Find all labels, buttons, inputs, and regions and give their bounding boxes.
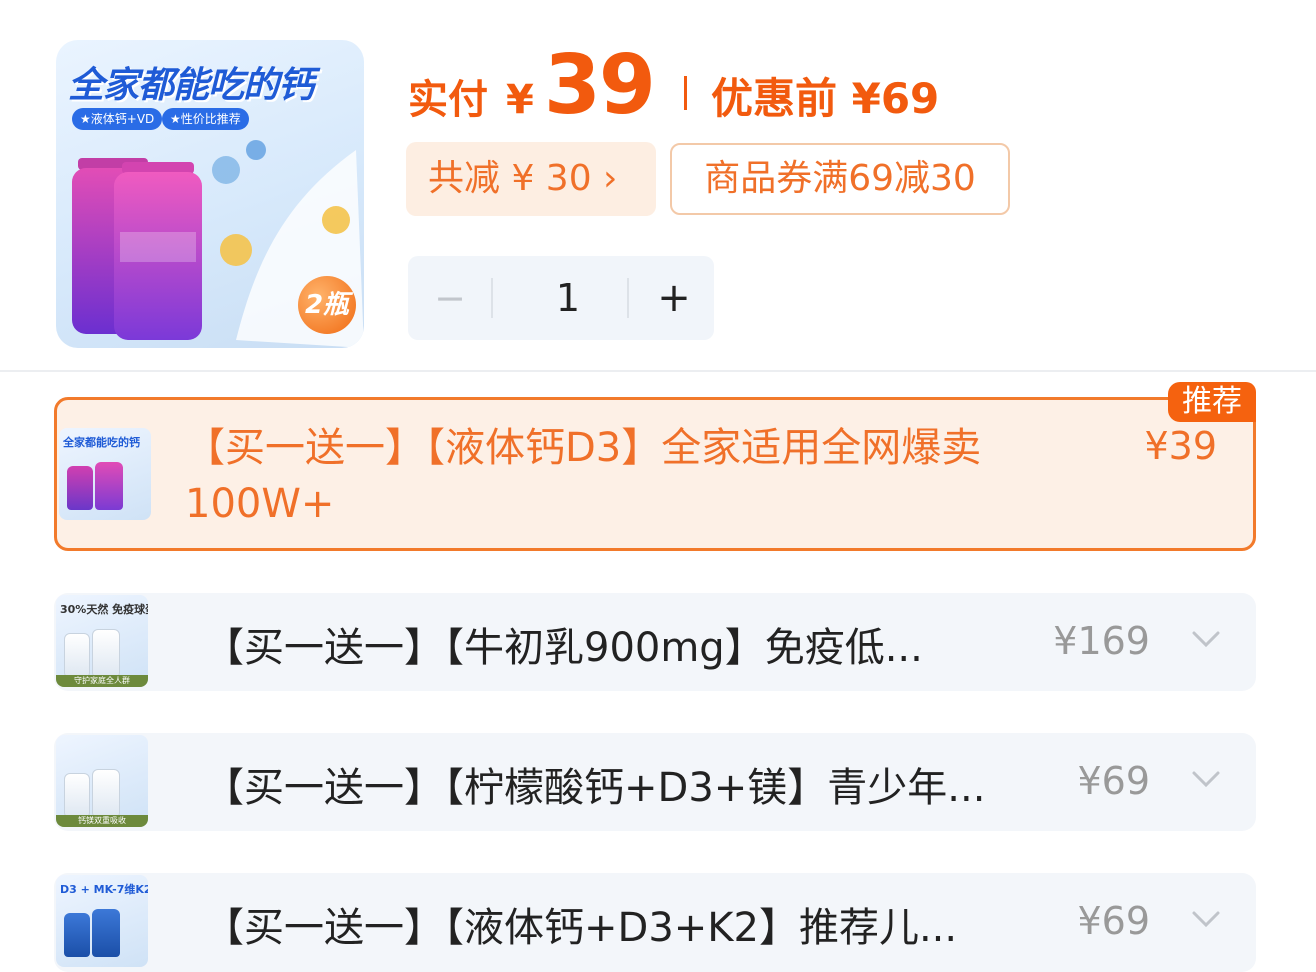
pay-amount: 39 <box>543 38 656 133</box>
option-thumbnail: D3 + MK-7维K2 <box>56 875 148 967</box>
option-thumbnail: 全家都能吃的钙 <box>59 428 151 520</box>
option-title: 【买一送一】【柠檬酸钙+D3+镁】青少年... <box>204 765 986 811</box>
chevron-down-icon[interactable] <box>1188 761 1224 797</box>
stepper-divider <box>491 278 493 318</box>
thumbnail-caption: D3 + MK-7维K2 <box>60 883 148 896</box>
option-price: ¥69 <box>1077 899 1150 943</box>
option-title: 【买一送一】【牛初乳900mg】免疫低... <box>204 625 923 671</box>
section-divider <box>0 370 1316 372</box>
total-discount-button[interactable]: 共减 ¥ 30 › <box>406 142 656 216</box>
option-row-selected[interactable]: 全家都能吃的钙 【买一送一】【液体钙D3】全家适用全网爆卖100W+ ¥39 推… <box>54 382 1256 551</box>
option-price: ¥39 <box>1144 424 1217 468</box>
thumbnail-footer: 守护家庭全人群 <box>56 675 148 687</box>
option-thumbnail: 钙镁双重吸收 <box>56 735 148 827</box>
option-title: 【买一送一】【液体钙D3】全家适用全网爆卖100W+ <box>185 425 982 527</box>
original-price: 优惠前 ¥69 <box>710 74 940 123</box>
pay-currency: ¥ <box>506 77 534 123</box>
option-row[interactable]: D3 + MK-7维K2 【买一送一】【液体钙+D3+K2】推荐儿... ¥69 <box>54 873 1256 972</box>
increase-quantity-button[interactable]: + <box>634 256 714 340</box>
option-row[interactable]: 钙镁双重吸收 【买一送一】【柠檬酸钙+D3+镁】青少年... ¥69 <box>54 733 1256 831</box>
thumbnail-footer: 钙镁双重吸收 <box>56 815 148 827</box>
bottle-count-badge: 2瓶 <box>298 276 356 334</box>
option-row[interactable]: 30%天然 免疫球蛋白 守护家庭全人群 【买一送一】【牛初乳900mg】免疫低.… <box>54 593 1256 691</box>
pay-label: 实付 <box>408 77 488 123</box>
chevron-down-icon[interactable] <box>1188 621 1224 657</box>
option-title: 【买一送一】【液体钙+D3+K2】推荐儿... <box>204 905 958 951</box>
recommend-badge: 推荐 <box>1168 382 1256 422</box>
quantity-value[interactable]: 1 <box>502 256 634 340</box>
thumbnail-caption: 全家都能吃的钙 <box>63 436 140 449</box>
quantity-stepper: − 1 + <box>408 256 714 340</box>
option-thumbnail: 30%天然 免疫球蛋白 守护家庭全人群 <box>56 595 148 687</box>
coupon-tag: 商品券满69减30 <box>670 143 1010 215</box>
price-separator <box>683 76 687 110</box>
option-price: ¥169 <box>1053 619 1150 663</box>
price-row: 实付 ¥ 39 优惠前 ¥69 <box>408 38 940 133</box>
chevron-down-icon[interactable] <box>1188 901 1224 937</box>
thumbnail-caption: 30%天然 免疫球蛋白 <box>60 603 148 616</box>
product-image[interactable]: 全家都能吃的钙 ★液体钙+VD ★性价比推荐 2瓶 <box>56 40 364 348</box>
decrease-quantity-button[interactable]: − <box>408 256 492 340</box>
option-price: ¥69 <box>1077 759 1150 803</box>
stepper-divider <box>627 278 629 318</box>
